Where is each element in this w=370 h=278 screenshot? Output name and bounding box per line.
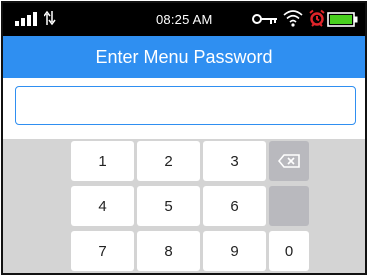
key-5[interactable]: 5	[137, 186, 200, 226]
data-arrows-icon	[44, 10, 56, 26]
phone-screen: 08:25 AM Enter Menu Password 1 2 3 4 5 6…	[1, 1, 367, 275]
password-input[interactable]	[15, 86, 356, 125]
key-2[interactable]: 2	[137, 141, 200, 181]
key-6[interactable]: 6	[203, 186, 266, 226]
header-bar: Enter Menu Password	[3, 36, 365, 78]
numeric-keypad: 1 2 3 4 5 6 7 8 9 0	[3, 139, 365, 273]
alarm-icon	[309, 9, 325, 27]
backspace-button[interactable]	[269, 141, 309, 181]
key-7[interactable]: 7	[71, 231, 134, 271]
clock: 08:25 AM	[156, 12, 213, 27]
status-bar: 08:25 AM	[3, 3, 365, 36]
key-9[interactable]: 9	[203, 231, 266, 271]
wifi-icon	[283, 10, 303, 27]
backspace-icon	[278, 154, 300, 168]
blank-key[interactable]	[269, 186, 309, 226]
key-1[interactable]: 1	[71, 141, 134, 181]
key-0[interactable]: 0	[269, 231, 309, 271]
signal-bars-icon	[15, 12, 37, 26]
key-4[interactable]: 4	[71, 186, 134, 226]
key-8[interactable]: 8	[137, 231, 200, 271]
battery-icon	[327, 12, 358, 27]
page-title: Enter Menu Password	[95, 47, 273, 67]
password-area	[3, 78, 365, 139]
key-icon	[252, 14, 277, 24]
key-3[interactable]: 3	[203, 141, 266, 181]
